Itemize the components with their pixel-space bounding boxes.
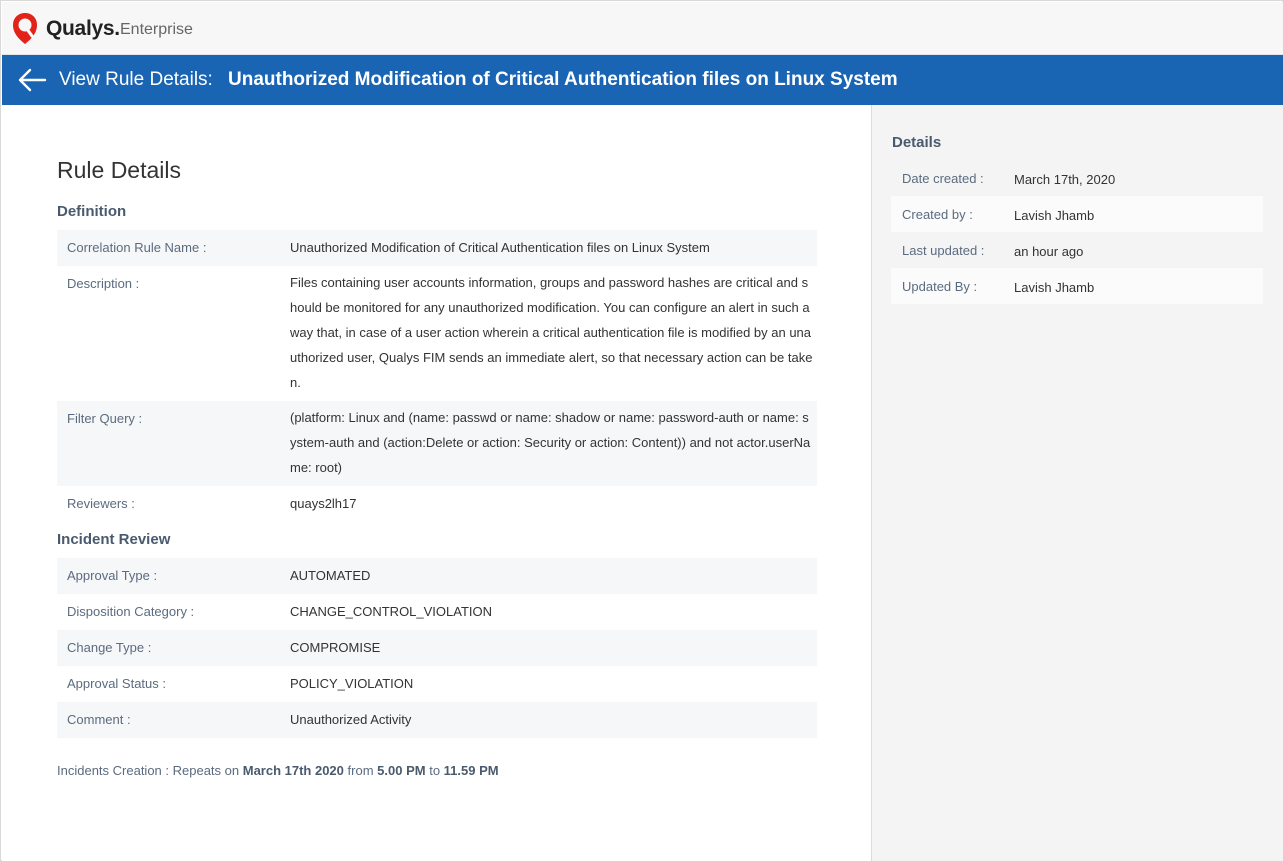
row-key: Description : [67,276,140,291]
definition-row: Description : Files containing user acco… [57,266,817,401]
details-sidebar: Details Date created : March 17th, 2020 … [871,105,1283,861]
row-value: an hour ago [1014,244,1084,259]
row-value: Unauthorized Activity [290,712,412,727]
definition-row: Reviewers : quays2lh17 [57,486,817,522]
schedule-prefix: Incidents Creation : Repeats on [57,763,240,778]
row-value: POLICY_VIOLATION [290,676,414,691]
incident-review-row: Change Type : COMPROMISE [57,630,817,666]
page-header: View Rule Details: Unauthorized Modifica… [2,55,1283,105]
row-key: Disposition Category : [67,604,195,619]
schedule-from-word: from [347,763,374,778]
details-row: Date created : March 17th, 2020 [891,160,1263,196]
row-value: March 17th, 2020 [1014,172,1116,187]
incident-review-row: Comment : Unauthorized Activity [57,702,817,738]
row-key: Date created : [902,171,984,186]
incident-review-section-title: Incident Review [57,531,171,548]
definition-row: Correlation Rule Name : Unauthorized Mod… [57,230,817,266]
brand-product: Enterprise [120,21,193,38]
definition-row: Filter Query : (platform: Linux and (nam… [57,401,817,486]
page-title-header: Unauthorized Modification of Critical Au… [228,69,898,90]
definition-section-title: Definition [57,203,127,220]
qualys-logo-icon [13,13,37,44]
row-key: Filter Query : [67,411,143,426]
row-key: Approval Status : [67,676,166,691]
brand-name: Qualys. [46,17,120,40]
page-title: Rule Details [57,157,181,183]
incident-review-row: Approval Type : AUTOMATED [57,558,817,594]
schedule-from-time: 5.00 PM [377,763,426,778]
main-panel: Rule Details Definition Correlation Rule… [2,105,871,861]
details-row: Created by : Lavish Jhamb [891,196,1263,232]
incidents-creation-schedule: Incidents Creation : Repeats on March 17… [57,763,499,778]
arrow-left-icon[interactable] [17,66,47,94]
incident-review-row: Approval Status : POLICY_VIOLATION [57,666,817,702]
row-value: Lavish Jhamb [1014,280,1095,295]
row-value: COMPROMISE [290,640,381,655]
row-key: Created by : [902,207,973,222]
schedule-to-time: 11.59 PM [443,763,499,778]
row-value: Lavish Jhamb [1014,208,1095,223]
row-value: quays2lh17 [290,496,357,511]
top-bar: Qualys. Enterprise [2,2,1283,55]
row-value: CHANGE_CONTROL_VIOLATION [290,604,493,619]
details-title: Details [892,134,942,151]
row-key: Change Type : [67,640,152,655]
schedule-to-word: to [429,763,441,778]
row-value: AUTOMATED [290,568,371,583]
header-label: View Rule Details: [59,69,213,90]
row-value: Unauthorized Modification of Critical Au… [290,240,710,255]
window: Qualys. Enterprise View Rule Details: Un… [0,0,1283,861]
row-value: (platform: Linux and (name: passwd or na… [290,410,811,475]
details-row: Updated By : Lavish Jhamb [891,268,1263,304]
row-key: Reviewers : [67,496,135,511]
row-key: Correlation Rule Name : [67,240,207,255]
schedule-date: March 17th 2020 [242,763,344,778]
incident-review-row: Disposition Category : CHANGE_CONTROL_VI… [57,594,817,630]
row-key: Last updated : [902,243,985,258]
details-row: Last updated : an hour ago [891,232,1263,268]
row-key: Updated By : [902,279,978,294]
row-key: Comment : [67,712,131,727]
row-value: Files containing user accounts informati… [290,275,813,390]
row-key: Approval Type : [67,568,158,583]
